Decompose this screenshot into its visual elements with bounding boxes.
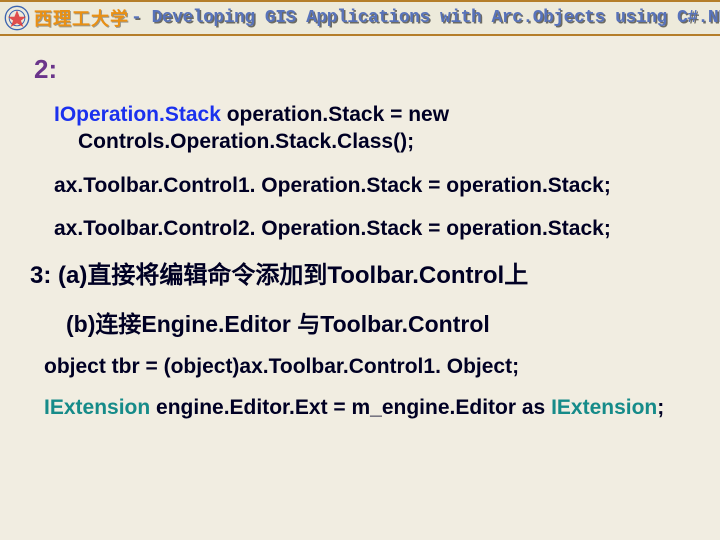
section-2-label: 2:	[34, 54, 698, 85]
code-line-5-mid: engine.Editor.Ext = m_engine.Editor as	[150, 396, 551, 419]
code-line-1: IOperation.Stack operation.Stack = new C…	[54, 101, 698, 156]
code-line-2: ax.Toolbar.Control1. Operation.Stack = o…	[54, 172, 698, 199]
code-line-3: ax.Toolbar.Control2. Operation.Stack = o…	[54, 215, 698, 242]
code-line-5: IExtension engine.Editor.Ext = m_engine.…	[44, 394, 698, 421]
course-title: - Developing GIS Applications with Arc.O…	[131, 8, 720, 28]
university-crest-icon	[4, 5, 30, 31]
type-iextension-2: IExtension	[551, 396, 657, 419]
type-ioperationstack: IOperation.Stack	[54, 103, 221, 126]
university-name: 西理工大学	[34, 5, 129, 31]
code-line-4: object tbr = (object)ax.Toolbar.Control1…	[44, 353, 698, 380]
code-line-5-end: ;	[657, 396, 664, 419]
section-3a: 3: (a)直接将编辑命令添加到Toolbar.Control上	[30, 260, 698, 292]
header-bar: 西理工大学 - Developing GIS Applications with…	[0, 0, 720, 36]
section-3b: (b)连接Engine.Editor 与Toolbar.Control	[66, 305, 698, 339]
slide-content: 2: IOperation.Stack operation.Stack = ne…	[0, 36, 720, 421]
type-iextension-1: IExtension	[44, 396, 150, 419]
